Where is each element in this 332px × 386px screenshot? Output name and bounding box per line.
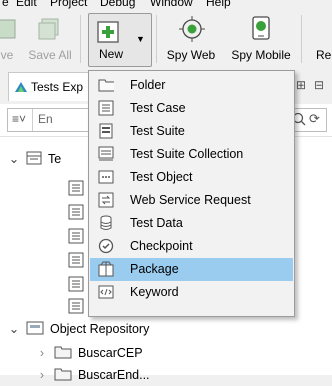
menu-help[interactable]: Help xyxy=(206,0,231,9)
test-case-icon xyxy=(98,100,114,116)
test-case-icon xyxy=(68,298,84,314)
spy-web-label: Spy Web xyxy=(166,48,216,62)
test-suite-icon xyxy=(26,151,42,165)
menu-item-folder[interactable]: Folder xyxy=(90,74,293,97)
tree-root-row[interactable]: ⌄ Te xyxy=(8,148,61,170)
save-label: ve xyxy=(0,48,14,62)
test-case-icon xyxy=(68,276,84,292)
folder-icon xyxy=(98,79,114,92)
web-service-request-icon xyxy=(98,192,114,208)
object-repository-icon xyxy=(26,321,44,335)
menu-bar: e Edit Project Debug Window Help xyxy=(0,0,332,9)
save-button[interactable]: ve xyxy=(0,13,20,65)
menu-item-test-suite-collection[interactable]: Test Suite Collection xyxy=(90,143,293,166)
save-all-button[interactable]: Save All xyxy=(24,13,76,65)
record-button[interactable]: Re xyxy=(310,13,332,65)
test-object-icon xyxy=(98,170,114,184)
keyword-icon xyxy=(98,285,114,299)
new-button[interactable]: New ▼ xyxy=(88,13,152,67)
menu-file[interactable]: e xyxy=(2,0,9,9)
tab-label: Tests Exp xyxy=(31,80,84,94)
toolbar: ve Save All New ▼ Spy Web Spy Mobile Re xyxy=(0,9,332,69)
test-case-icon xyxy=(68,204,84,220)
menu-item-label: Test Object xyxy=(130,170,193,184)
collapse-all-icon[interactable]: ⊞ xyxy=(296,78,306,92)
tests-explorer-icon xyxy=(15,82,27,92)
menu-item-label: Keyword xyxy=(130,285,179,299)
test-case-icon xyxy=(68,252,84,268)
menu-item-label: Web Service Request xyxy=(130,193,251,207)
toolbar-separator xyxy=(156,15,157,63)
menu-item-label: Folder xyxy=(130,78,166,92)
new-dropdown-menu: Folder Test Case Test Suite Test Suite C… xyxy=(88,70,295,317)
folder-icon xyxy=(54,346,72,359)
menu-edit[interactable]: Edit xyxy=(16,0,37,9)
menu-item-keyword[interactable]: Keyword xyxy=(90,281,293,304)
menu-item-label: Package xyxy=(130,262,179,276)
folder-icon xyxy=(54,368,72,381)
menu-item-test-suite[interactable]: Test Suite xyxy=(90,120,293,143)
save-all-label: Save All xyxy=(28,48,72,62)
menu-item-label: Checkpoint xyxy=(130,239,193,253)
test-suite-collection-icon xyxy=(98,146,114,161)
tree-root-label: Te xyxy=(47,152,62,166)
menu-window[interactable]: Window xyxy=(150,0,193,9)
record-label: Re xyxy=(316,48,332,62)
save-all-icon xyxy=(38,18,59,40)
tree-folder-row[interactable]: › BuscarCEP xyxy=(36,342,143,364)
spy-web-icon xyxy=(179,16,205,42)
toolbar-separator xyxy=(80,15,81,63)
tab-tests-explorer[interactable]: Tests Exp xyxy=(8,72,94,101)
menu-item-web-service-request[interactable]: Web Service Request xyxy=(90,189,293,212)
spy-mobile-icon xyxy=(252,16,270,40)
chevron-right-icon[interactable]: › xyxy=(36,364,48,386)
new-label: New xyxy=(99,47,124,61)
spy-mobile-button[interactable]: Spy Mobile xyxy=(226,13,296,65)
checkpoint-icon xyxy=(98,238,114,254)
test-suite-icon xyxy=(99,123,113,139)
menu-item-checkpoint[interactable]: Checkpoint xyxy=(90,235,293,258)
tree-folder-label: BuscarCEP xyxy=(77,346,143,360)
expand-all-icon[interactable]: ⊟ xyxy=(314,78,324,92)
menu-item-label: Test Data xyxy=(130,216,183,230)
menu-item-test-data[interactable]: Test Data xyxy=(90,212,293,235)
search-placeholder: En xyxy=(38,112,53,126)
search-divider xyxy=(32,109,33,131)
menu-debug[interactable]: Debug xyxy=(100,0,135,9)
chevron-down-icon[interactable]: ⌄ xyxy=(8,148,20,170)
spy-web-button[interactable]: Spy Web xyxy=(163,13,219,65)
spy-mobile-label: Spy Mobile xyxy=(231,48,291,62)
menu-item-label: Test Case xyxy=(130,101,186,115)
menu-item-label: Test Suite xyxy=(130,124,185,138)
tree-folder-row[interactable]: › BuscarEnd... xyxy=(36,364,150,386)
refresh-icon[interactable]: ⟳ xyxy=(309,111,320,127)
menu-project[interactable]: Project xyxy=(50,0,87,9)
new-icon xyxy=(97,21,119,43)
tree-folder-label: BuscarEnd... xyxy=(77,368,150,382)
toolbar-separator xyxy=(301,15,302,63)
menu-item-package[interactable]: Package xyxy=(90,258,293,281)
package-icon xyxy=(98,261,114,277)
save-icon xyxy=(0,19,16,39)
chevron-down-icon[interactable]: ⌄ xyxy=(8,318,20,340)
filter-icon[interactable]: ≡˅ xyxy=(12,112,26,126)
menu-item-test-case[interactable]: Test Case xyxy=(90,97,293,120)
tree-object-repository-row[interactable]: ⌄ Object Repository xyxy=(8,318,149,340)
chevron-right-icon[interactable]: › xyxy=(36,342,48,364)
test-case-icon xyxy=(68,180,84,196)
menu-item-label: Test Suite Collection xyxy=(130,147,244,161)
test-case-icon xyxy=(68,228,84,244)
menu-item-test-object[interactable]: Test Object xyxy=(90,166,293,189)
chevron-down-icon[interactable]: ▼ xyxy=(136,34,145,44)
test-data-icon xyxy=(100,215,112,230)
tree-object-repository-label: Object Repository xyxy=(49,322,150,336)
